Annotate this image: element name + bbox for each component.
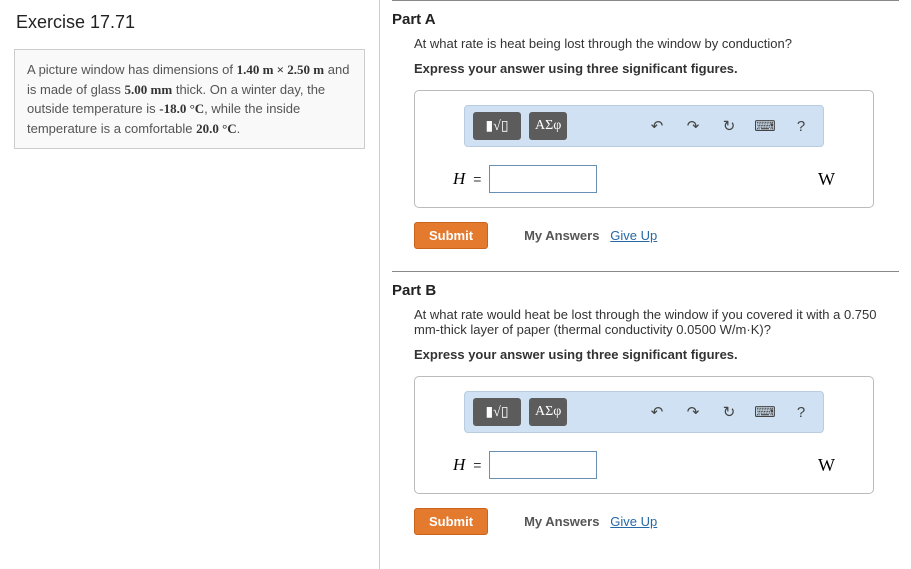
part-a-question: At what rate is heat being lost through …	[414, 36, 899, 51]
reset-icon[interactable]: ↻	[715, 112, 743, 140]
undo-icon[interactable]: ↶	[643, 112, 671, 140]
answer-box-a: ▮√▯ ΑΣφ ↶ ↷ ↻ ⌨ ? H = W	[414, 90, 874, 208]
problem-text: .	[237, 121, 241, 136]
problem-tin: 20.0 °C	[196, 121, 237, 136]
answer-input-a[interactable]	[489, 165, 597, 193]
part-b-title: Part B	[392, 282, 899, 299]
equals-sign: =	[473, 457, 481, 473]
problem-thick: 5.00 mm	[125, 82, 173, 97]
problem-tout: -18.0 °C	[159, 101, 204, 116]
part-a-instruction: Express your answer using three signific…	[414, 61, 899, 76]
variable-label: H	[453, 169, 465, 189]
part-b-question: At what rate would heat be lost through …	[414, 307, 899, 337]
part-b-instruction: Express your answer using three signific…	[414, 347, 899, 362]
divider	[392, 0, 899, 1]
equation-toolbar: ▮√▯ ΑΣφ ↶ ↷ ↻ ⌨ ?	[464, 391, 824, 433]
help-icon[interactable]: ?	[787, 112, 815, 140]
keyboard-icon[interactable]: ⌨	[751, 398, 779, 426]
answer-input-b[interactable]	[489, 451, 597, 479]
unit-label: W	[818, 169, 835, 190]
question-text: At what rate would heat be lost through …	[414, 307, 844, 322]
part-b: Part B At what rate would heat be lost t…	[392, 282, 899, 535]
reset-icon[interactable]: ↻	[715, 398, 743, 426]
my-answers-label: My Answers	[524, 514, 599, 529]
question-text: )?	[759, 322, 771, 337]
variable-label: H	[453, 455, 465, 475]
greek-button[interactable]: ΑΣφ	[529, 112, 567, 140]
equation-toolbar: ▮√▯ ΑΣφ ↶ ↷ ↻ ⌨ ?	[464, 105, 824, 147]
submit-button[interactable]: Submit	[414, 508, 488, 535]
divider	[392, 271, 899, 272]
problem-text: A picture window has dimensions of	[27, 62, 237, 77]
give-up-link[interactable]: Give Up	[610, 228, 657, 243]
part-a-title: Part A	[392, 11, 899, 28]
templates-button[interactable]: ▮√▯	[473, 398, 521, 426]
keyboard-icon[interactable]: ⌨	[751, 112, 779, 140]
exercise-title: Exercise 17.71	[16, 12, 365, 33]
undo-icon[interactable]: ↶	[643, 398, 671, 426]
answer-box-b: ▮√▯ ΑΣφ ↶ ↷ ↻ ⌨ ? H = W	[414, 376, 874, 494]
thermal-conductivity: 0.0500 W/m·K	[676, 322, 759, 337]
problem-statement: A picture window has dimensions of 1.40 …	[14, 49, 365, 149]
problem-dim: 1.40 m × 2.50 m	[237, 62, 325, 77]
give-up-link[interactable]: Give Up	[610, 514, 657, 529]
equals-sign: =	[473, 171, 481, 187]
unit-label: W	[818, 455, 835, 476]
my-answers-label: My Answers	[524, 228, 599, 243]
part-a: Part A At what rate is heat being lost t…	[392, 11, 899, 249]
greek-button[interactable]: ΑΣφ	[529, 398, 567, 426]
redo-icon[interactable]: ↷	[679, 112, 707, 140]
redo-icon[interactable]: ↷	[679, 398, 707, 426]
submit-button[interactable]: Submit	[414, 222, 488, 249]
help-icon[interactable]: ?	[787, 398, 815, 426]
templates-button[interactable]: ▮√▯	[473, 112, 521, 140]
question-text: -thick layer of paper (thermal conductiv…	[436, 322, 677, 337]
